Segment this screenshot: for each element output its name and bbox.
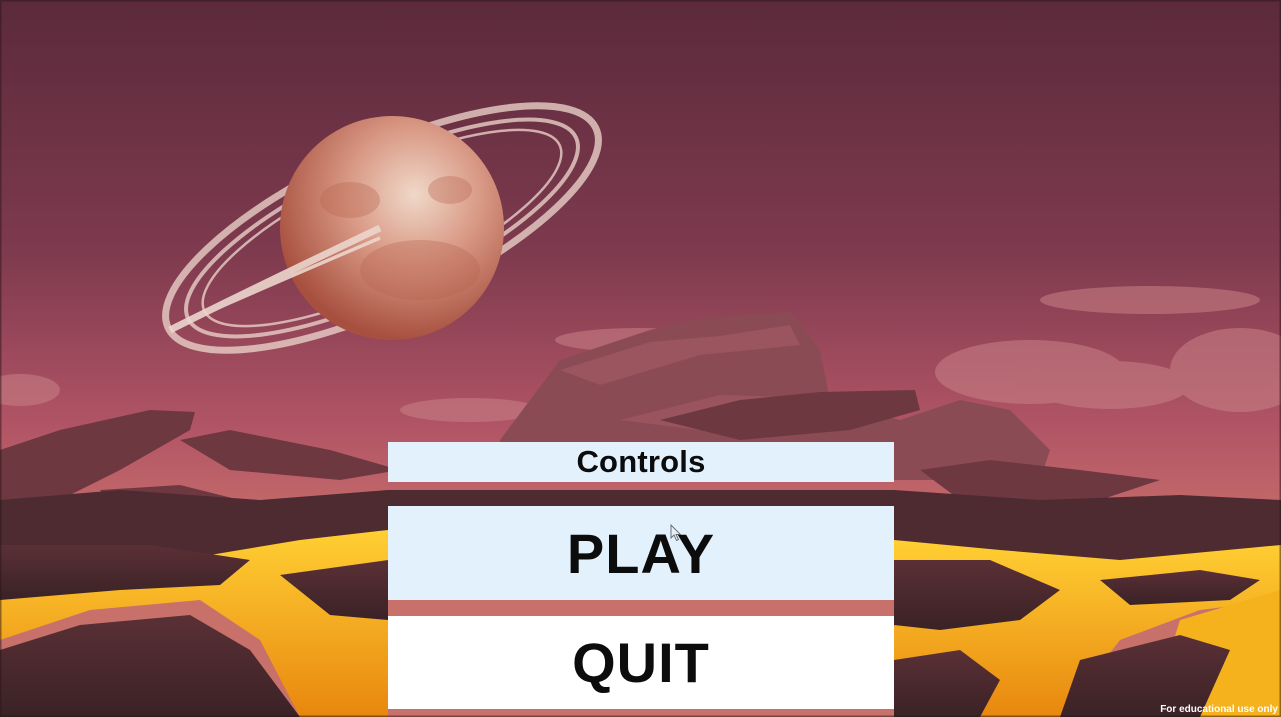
- quit-button[interactable]: QUIT: [388, 616, 894, 709]
- main-menu-screen: Controls PLAY QUIT For educational use o…: [0, 0, 1281, 717]
- watermark-text: For educational use only: [1160, 704, 1278, 715]
- mouse-cursor-icon: [670, 524, 682, 542]
- play-button[interactable]: PLAY: [388, 506, 894, 600]
- alien-landscape-background: [0, 0, 1281, 717]
- controls-button[interactable]: Controls: [388, 442, 894, 482]
